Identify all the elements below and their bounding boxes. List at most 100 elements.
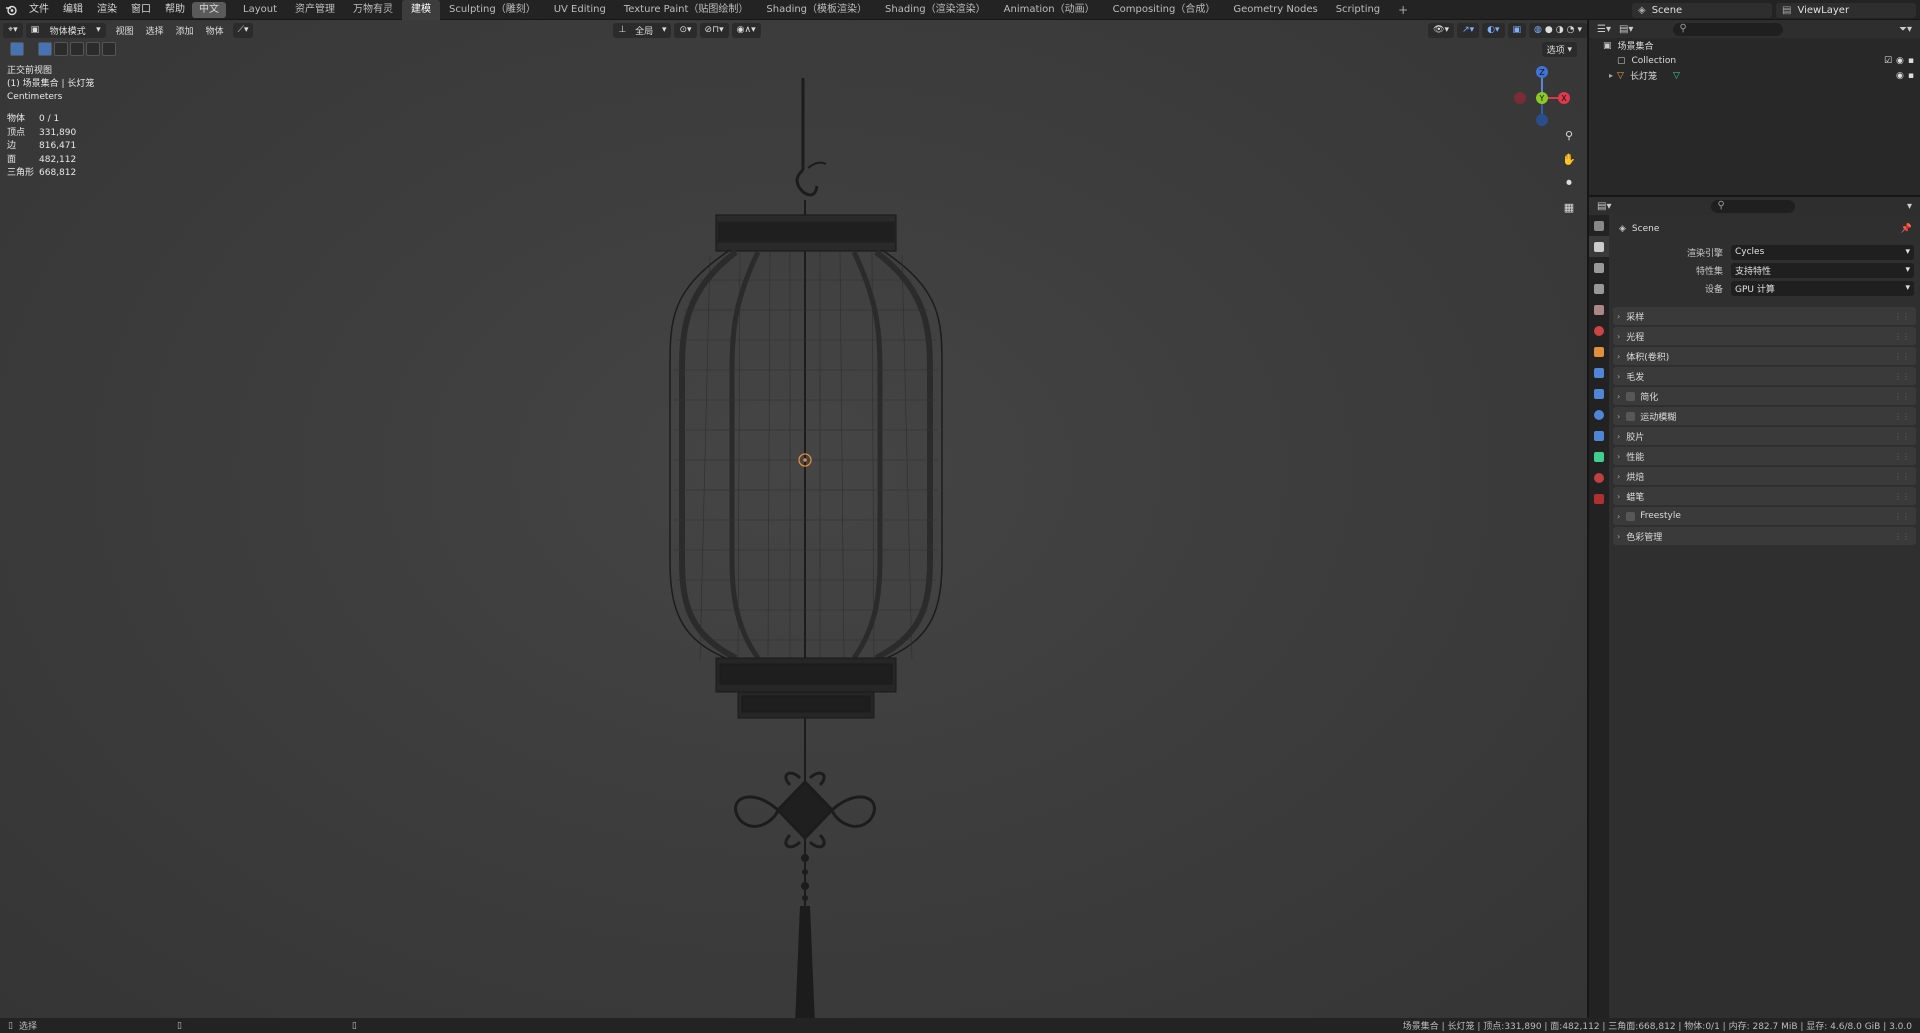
panel-checkbox[interactable] — [1626, 391, 1636, 401]
data-tab-icon[interactable] — [1589, 446, 1609, 467]
drag-handle-icon[interactable]: ⋮⋮ — [1894, 352, 1910, 361]
mode-dropdown[interactable]: ▣ 物体模式 ▾ — [25, 22, 106, 38]
drag-handle-icon[interactable]: ⋮⋮ — [1894, 512, 1910, 521]
menu-language[interactable]: 中文 — [192, 1, 226, 18]
camera-icon[interactable]: ▪ — [1908, 71, 1914, 81]
zoom-icon[interactable]: ⚲ — [1560, 126, 1578, 144]
expand-arrow-icon[interactable]: › — [1617, 452, 1620, 461]
tab-uv-editing[interactable]: UV Editing — [545, 0, 615, 20]
tool-tab-icon[interactable] — [1589, 215, 1609, 236]
material-shading-icon[interactable]: ◑ — [1556, 25, 1564, 35]
blender-logo-icon[interactable] — [0, 0, 22, 20]
tab-geometry-nodes[interactable]: Geometry Nodes — [1224, 0, 1326, 20]
expand-arrow-icon[interactable]: › — [1617, 472, 1620, 481]
feature-set-dropdown[interactable]: 支持特性 ▾ — [1731, 262, 1914, 278]
constraints-tab-icon[interactable] — [1589, 425, 1609, 446]
outliner-row-object[interactable]: ▸ ▽ 长灯笼 ▽ ◉ ▪ — [1589, 68, 1920, 83]
panel-0[interactable]: › 采样 ⋮⋮ — [1613, 307, 1916, 325]
menu-help[interactable]: 帮助 — [158, 0, 192, 20]
tab-assets[interactable]: 资产管理 — [286, 0, 344, 20]
proportional-button[interactable]: ◉∧▾ — [731, 22, 761, 38]
rendered-shading-icon[interactable]: ◔ — [1567, 25, 1575, 35]
pivot-button[interactable]: ⊙▾ — [674, 22, 697, 38]
panel-2[interactable]: › 体积(卷积) ⋮⋮ — [1613, 347, 1916, 365]
material-tab-icon[interactable] — [1589, 467, 1609, 488]
tab-shading-2[interactable]: Shading（渲染渲染） — [876, 0, 995, 20]
panel-checkbox[interactable] — [1626, 511, 1636, 521]
lantern-wireframe-model[interactable] — [640, 40, 970, 1018]
tab-wanwu[interactable]: 万物有灵 — [344, 0, 402, 20]
expand-arrow-icon[interactable]: › — [1617, 492, 1620, 501]
expand-arrow-icon[interactable]: › — [1617, 312, 1620, 321]
expand-arrow-icon[interactable]: › — [1617, 352, 1620, 361]
tab-sculpting[interactable]: Sculpting（雕刻） — [440, 0, 545, 20]
expand-arrow-icon[interactable]: › — [1617, 532, 1620, 541]
camera-icon[interactable]: ▪ — [1908, 56, 1914, 66]
select-box-tool[interactable] — [10, 42, 24, 56]
expand-arrow-icon[interactable]: › — [1617, 412, 1620, 421]
object-tab-icon[interactable] — [1589, 341, 1609, 362]
expand-arrow-icon[interactable]: › — [1617, 332, 1620, 341]
scene-tab-icon[interactable] — [1589, 299, 1609, 320]
select-mode-extend[interactable] — [54, 42, 68, 56]
wireframe-shading-icon[interactable]: ◍ — [1534, 25, 1542, 35]
tab-compositing[interactable]: Compositing（合成） — [1104, 0, 1225, 20]
transform-orientation[interactable]: ⊥ 全局 ▾ — [613, 22, 672, 38]
display-mode-icon[interactable]: ▤▾ — [1619, 24, 1633, 35]
shading-modes[interactable]: ◍ ● ◑ ◔ ▾ — [1529, 22, 1587, 38]
menu-window[interactable]: 窗口 — [124, 0, 158, 20]
panel-5[interactable]: › 运动模糊 ⋮⋮ — [1613, 407, 1916, 425]
menu-add[interactable]: 添加 — [170, 24, 200, 37]
panel-checkbox[interactable] — [1626, 411, 1636, 421]
menu-file[interactable]: 文件 — [22, 0, 56, 20]
panel-1[interactable]: › 光程 ⋮⋮ — [1613, 327, 1916, 345]
view-layer-tab-icon[interactable] — [1589, 278, 1609, 299]
editor-type-button[interactable]: ⌖▾ — [3, 22, 23, 38]
panel-10[interactable]: › Freestyle ⋮⋮ — [1613, 507, 1916, 525]
perspective-grid-icon[interactable]: ▦ — [1560, 198, 1578, 216]
filter-icon[interactable]: ⏷▾ — [1899, 24, 1912, 35]
render-engine-dropdown[interactable]: Cycles ▾ — [1731, 244, 1914, 260]
tab-layout[interactable]: Layout — [234, 0, 286, 20]
select-mode-intersect[interactable] — [102, 42, 116, 56]
properties-search-input[interactable]: ⚲ — [1711, 199, 1796, 213]
checkbox-icon[interactable]: ☑ — [1884, 56, 1892, 66]
drag-handle-icon[interactable]: ⋮⋮ — [1894, 452, 1910, 461]
panel-11[interactable]: › 色彩管理 ⋮⋮ — [1613, 527, 1916, 545]
pin-icon[interactable]: 📌 — [1901, 224, 1912, 234]
texture-tab-icon[interactable] — [1589, 488, 1609, 509]
output-tab-icon[interactable] — [1589, 257, 1609, 278]
add-workspace-icon[interactable]: + — [1389, 0, 1417, 20]
visibility-button[interactable]: 👁▾ — [1428, 22, 1455, 38]
drag-handle-icon[interactable]: ⋮⋮ — [1894, 372, 1910, 381]
world-tab-icon[interactable] — [1589, 320, 1609, 341]
gizmo-settings-button[interactable]: ⟋▾ — [232, 22, 254, 38]
expand-arrow-icon[interactable]: ▸ — [1609, 71, 1613, 80]
tab-scripting[interactable]: Scripting — [1327, 0, 1389, 20]
tab-shading-1[interactable]: Shading（模板渲染） — [757, 0, 876, 20]
pan-hand-icon[interactable]: ✋ — [1560, 150, 1578, 168]
options-button[interactable]: 选项 ▾ — [1541, 42, 1577, 57]
3d-viewport[interactable]: ⌖▾ ▣ 物体模式 ▾ 视图 选择 添加 物体 ⟋▾ ⊥ 全局 ▾ ⊙▾ ⊘⊓▾… — [0, 20, 1587, 1018]
overlay-toggle-button[interactable]: ◐▾ — [1482, 22, 1505, 38]
modifier-tab-icon[interactable] — [1589, 362, 1609, 383]
render-tab-icon[interactable] — [1589, 236, 1609, 257]
expand-arrow-icon[interactable]: › — [1617, 392, 1620, 401]
drag-handle-icon[interactable]: ⋮⋮ — [1894, 312, 1910, 321]
tab-modeling[interactable]: 建模 — [402, 0, 440, 20]
expand-arrow-icon[interactable]: › — [1617, 512, 1620, 521]
drag-handle-icon[interactable]: ⋮⋮ — [1894, 532, 1910, 541]
menu-select[interactable]: 选择 — [140, 24, 170, 37]
panel-7[interactable]: › 性能 ⋮⋮ — [1613, 447, 1916, 465]
panel-9[interactable]: › 蜡笔 ⋮⋮ — [1613, 487, 1916, 505]
outliner-row-collection[interactable]: ▢ Collection ☑ ◉ ▪ — [1589, 53, 1920, 68]
scene-selector[interactable]: ◈ Scene — [1632, 2, 1772, 18]
drag-handle-icon[interactable]: ⋮⋮ — [1894, 392, 1910, 401]
drag-handle-icon[interactable]: ⋮⋮ — [1894, 432, 1910, 441]
eye-icon[interactable]: ◉ — [1896, 56, 1904, 66]
outliner-editor-icon[interactable]: ☰▾ — [1597, 24, 1611, 35]
solid-shading-icon[interactable]: ● — [1545, 25, 1553, 35]
device-dropdown[interactable]: GPU 计算 ▾ — [1731, 280, 1914, 296]
panel-8[interactable]: › 烘焙 ⋮⋮ — [1613, 467, 1916, 485]
gizmo-toggle-button[interactable]: ↗▾ — [1457, 22, 1480, 38]
